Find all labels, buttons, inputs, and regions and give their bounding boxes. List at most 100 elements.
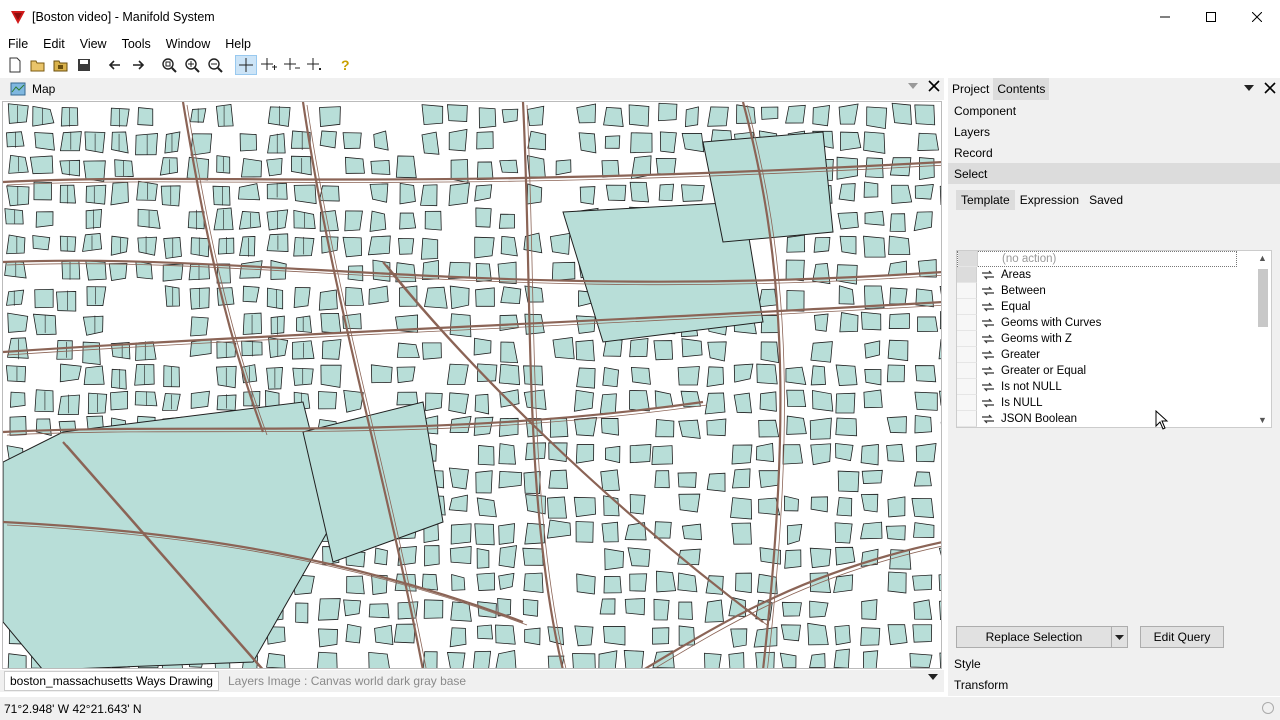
zoom-in-button[interactable]	[181, 55, 203, 75]
row-selector[interactable]	[957, 379, 977, 395]
scroll-down-icon[interactable]: ▼	[1258, 415, 1267, 425]
new-button[interactable]	[4, 55, 26, 75]
city-block	[860, 627, 881, 646]
minimize-button[interactable]	[1142, 0, 1188, 34]
row-selector[interactable]	[957, 299, 977, 315]
back-button[interactable]	[104, 55, 126, 75]
menu-window[interactable]: Window	[158, 37, 217, 51]
row-selector[interactable]	[957, 331, 977, 347]
list-item[interactable]: Is not NULL	[957, 379, 1271, 395]
city-block	[135, 260, 153, 280]
city-block	[372, 259, 391, 282]
section-component[interactable]: Component	[948, 100, 1280, 121]
subtab-saved[interactable]: Saved	[1084, 190, 1128, 210]
map-canvas[interactable]	[2, 101, 942, 669]
row-selector[interactable]	[957, 363, 977, 379]
list-item[interactable]: Geoms with Z	[957, 331, 1271, 347]
save-icon	[78, 59, 90, 71]
help-button[interactable]: ?	[335, 55, 357, 75]
replace-selection-arrow[interactable]	[1112, 626, 1128, 648]
select-tool-button[interactable]	[235, 55, 257, 75]
open-project-button[interactable]	[50, 55, 72, 75]
subtab-expression[interactable]: Expression	[1015, 190, 1084, 210]
cursor-coordinates: 71°2.948' W 42°21.643' N	[4, 701, 142, 716]
map-close-icon[interactable]	[928, 80, 940, 92]
layer-tab-ways-drawing[interactable]: boston_massachusetts Ways Drawing	[4, 671, 219, 691]
subtab-template[interactable]: Template	[956, 190, 1015, 210]
scroll-up-icon[interactable]: ▲	[1258, 253, 1267, 263]
tab-contents[interactable]: Contents	[993, 78, 1050, 100]
list-item[interactable]: Greater	[957, 347, 1271, 363]
row-selector[interactable]	[957, 347, 977, 363]
map-tab[interactable]: Map	[4, 79, 61, 99]
forward-button[interactable]	[127, 55, 149, 75]
section-style[interactable]: Style	[948, 653, 1280, 674]
list-item[interactable]: Is NULL	[957, 395, 1271, 411]
city-block	[396, 366, 416, 384]
list-item-no-action[interactable]: (no action)	[957, 251, 1237, 267]
menu-edit[interactable]: Edit	[35, 37, 72, 51]
scroll-thumb[interactable]	[1258, 269, 1268, 327]
zoom-out-button[interactable]	[204, 55, 226, 75]
list-item[interactable]: Equal	[957, 299, 1271, 315]
list-item[interactable]: Geoms with Curves	[957, 315, 1271, 331]
city-block	[913, 211, 933, 232]
city-block	[861, 469, 883, 484]
select-add-button[interactable]	[258, 55, 280, 75]
open-button[interactable]	[27, 55, 49, 75]
city-block	[240, 158, 262, 178]
tab-project[interactable]: Project	[948, 78, 993, 100]
city-block	[318, 391, 337, 410]
city-block	[863, 131, 886, 154]
pane-dropdown-icon[interactable]	[1244, 85, 1254, 91]
row-selector[interactable]	[958, 251, 978, 267]
template-icon	[981, 366, 997, 376]
city-block	[266, 653, 286, 668]
map-dropdown-icon[interactable]	[908, 83, 918, 89]
city-block	[476, 131, 494, 150]
layer-tab-base-image[interactable]: Layers Image : Canvas world dark gray ba…	[223, 671, 471, 691]
list-item[interactable]: Greater or Equal	[957, 363, 1271, 379]
zoom-to-fit-button[interactable]	[158, 55, 180, 75]
row-selector[interactable]	[957, 283, 977, 299]
list-item-label: (no action)	[1002, 253, 1057, 265]
map-drawing[interactable]	[3, 102, 942, 669]
city-block	[477, 445, 495, 466]
select-invert-button[interactable]	[304, 55, 326, 75]
city-block	[704, 392, 726, 415]
list-item-label: Areas	[1001, 269, 1032, 281]
section-select[interactable]: Select	[948, 163, 1280, 184]
city-block	[707, 106, 729, 127]
city-block	[448, 182, 470, 206]
list-scrollbar[interactable]: ▲ ▼	[1255, 251, 1271, 427]
city-block	[758, 419, 780, 438]
row-selector[interactable]	[957, 267, 977, 283]
menu-view[interactable]: View	[72, 37, 114, 51]
city-block	[110, 181, 129, 206]
section-layers[interactable]: Layers	[948, 121, 1280, 142]
row-selector[interactable]	[957, 315, 977, 331]
menu-file[interactable]: File	[0, 37, 35, 51]
section-record[interactable]: Record	[948, 142, 1280, 163]
city-block	[319, 130, 337, 149]
row-selector[interactable]	[957, 411, 977, 427]
replace-selection-button[interactable]: Replace Selection	[956, 626, 1112, 648]
list-item[interactable]: Areas	[957, 267, 1271, 283]
close-button[interactable]	[1234, 0, 1280, 34]
list-item[interactable]: Between	[957, 283, 1271, 299]
menu-tools[interactable]: Tools	[114, 37, 158, 51]
pane-close-icon[interactable]	[1264, 82, 1276, 94]
arrow-right-icon	[133, 60, 145, 70]
layer-dropdown-icon[interactable]	[928, 674, 938, 680]
row-selector[interactable]	[957, 395, 977, 411]
city-block	[914, 104, 936, 126]
section-transform[interactable]: Transform	[948, 674, 1280, 695]
city-block	[346, 575, 365, 595]
save-button[interactable]	[73, 55, 95, 75]
list-item[interactable]: JSON Boolean	[957, 411, 1271, 427]
zoom-out-icon	[208, 58, 223, 73]
edit-query-button[interactable]: Edit Query	[1140, 626, 1224, 648]
menu-help[interactable]: Help	[217, 37, 258, 51]
maximize-button[interactable]	[1188, 0, 1234, 34]
select-subtract-button[interactable]	[281, 55, 303, 75]
